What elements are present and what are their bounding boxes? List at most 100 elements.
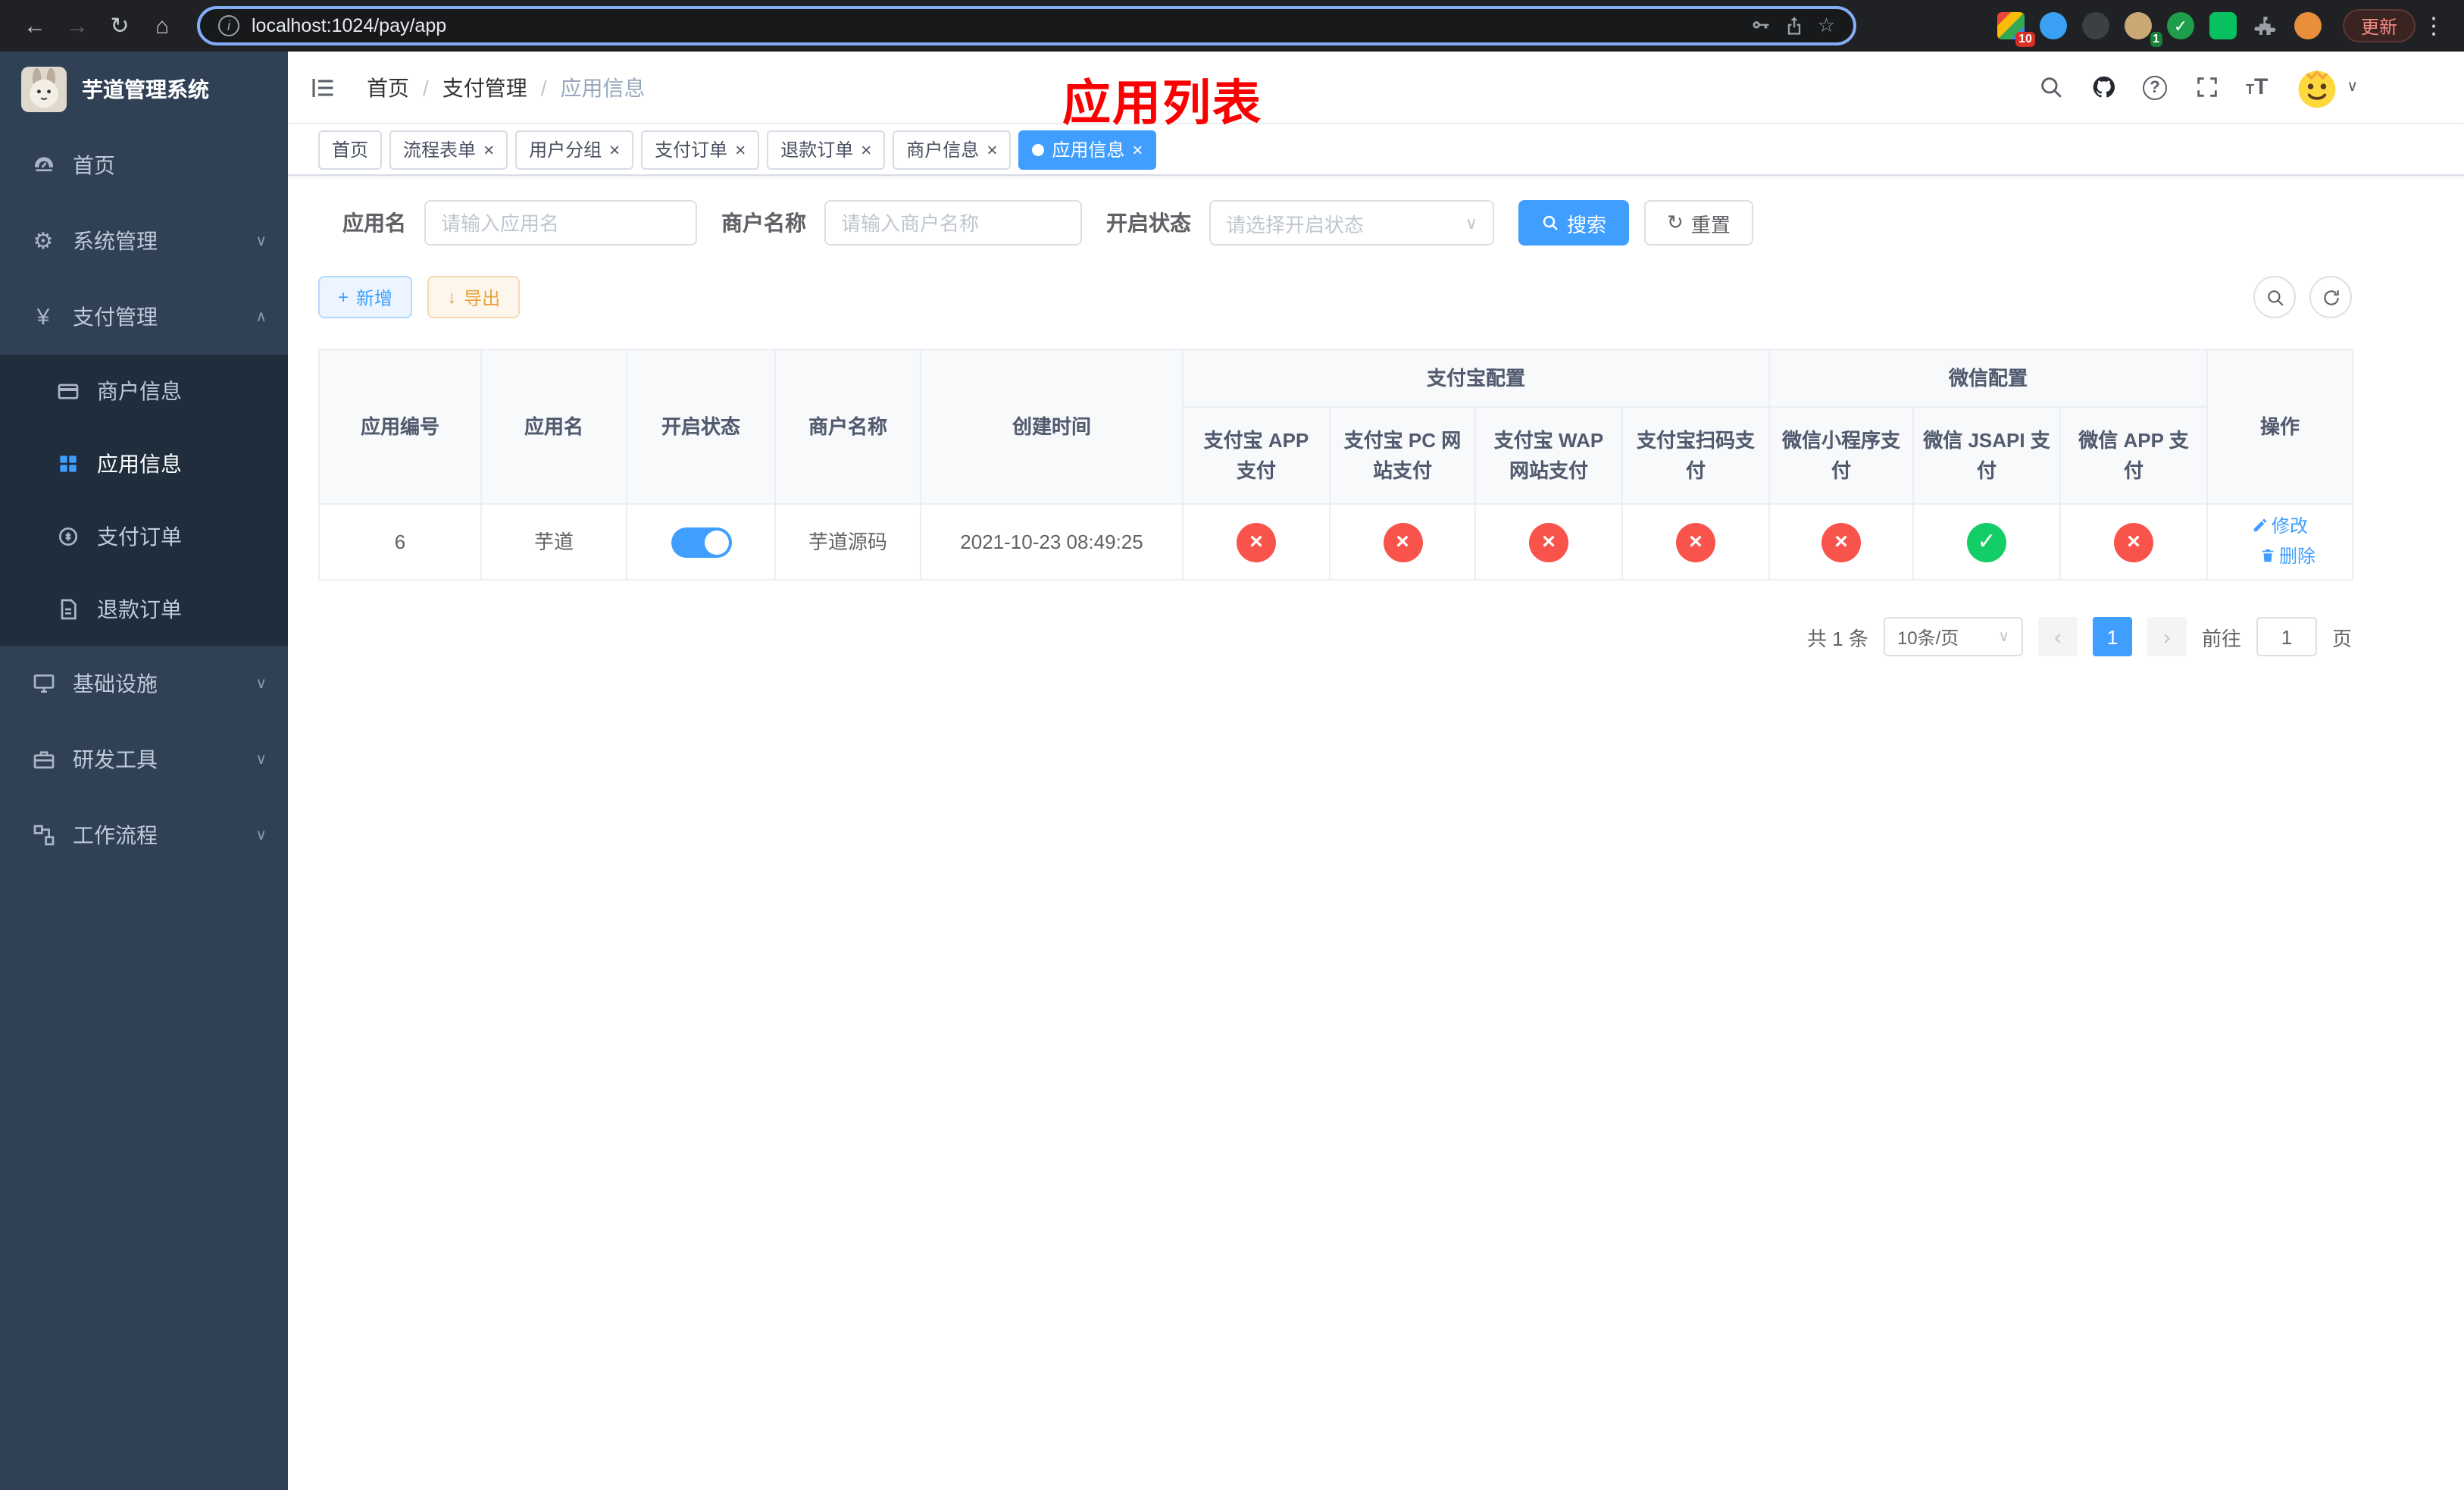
breadcrumb-home[interactable]: 首页 (367, 72, 409, 102)
form-item-status: 开启状态 请选择开启状态 ∨ (1106, 200, 1494, 246)
sidebar-item-refund-order[interactable]: 退款订单 (0, 573, 288, 646)
site-info-icon[interactable]: i (218, 15, 239, 36)
help-icon[interactable]: ? (2143, 75, 2167, 99)
col-header-status: 开启状态 (626, 349, 776, 505)
extension-dark-icon[interactable] (2081, 12, 2109, 39)
delete-link[interactable]: 删除 (2259, 542, 2315, 569)
page-size-select[interactable]: 10条/页 ∨ (1883, 617, 2023, 656)
sidebar-fold-icon[interactable] (309, 72, 339, 102)
form-item-app-name: 应用名 (342, 200, 697, 246)
edit-link[interactable]: 修改 (2252, 512, 2308, 539)
sidebar: 芋道管理系统 首页 ⚙ 系统管理 ∨ ¥ 支付管理 ∧ 商户信息 应用信息 支付… (0, 52, 288, 1490)
close-icon[interactable]: × (1132, 140, 1143, 158)
export-button-label: 导出 (464, 287, 501, 308)
goto-page-input[interactable] (2256, 617, 2317, 656)
sidebar-item-infra[interactable]: 基础设施 ∨ (0, 646, 288, 722)
coin-icon (55, 524, 80, 549)
toggle-search-button[interactable] (2253, 276, 2296, 318)
tab-process-form[interactable]: 流程表单 × (389, 130, 508, 169)
close-icon[interactable]: × (861, 140, 871, 158)
col-header-id: 应用编号 (318, 349, 482, 505)
prev-page-button[interactable]: ‹ (2037, 617, 2078, 656)
sidebar-item-pay-order[interactable]: 支付订单 (0, 500, 288, 573)
user-avatar-menu[interactable]: ∨ (2294, 64, 2358, 110)
breadcrumb-separator: / (423, 75, 429, 99)
status-select[interactable]: 请选择开启状态 ∨ (1209, 200, 1494, 246)
address-bar[interactable]: i localhost:1024/pay/app ☆ (197, 6, 1856, 45)
dashboard-icon (30, 152, 56, 178)
search-button-label: 搜索 (1567, 213, 1607, 236)
sidebar-item-label: 首页 (73, 153, 115, 177)
tab-user-group[interactable]: 用户分组 × (515, 130, 634, 169)
plus-icon: + (338, 286, 349, 308)
next-page-button[interactable]: › (2147, 617, 2187, 656)
tab-home[interactable]: 首页 (318, 130, 383, 169)
search-icon[interactable] (2037, 74, 2064, 101)
password-key-icon[interactable] (1751, 15, 1772, 36)
refresh-button[interactable] (2309, 276, 2352, 318)
sidebar-item-label: 系统管理 (73, 229, 158, 253)
extensions-puzzle-icon[interactable] (2252, 12, 2279, 39)
avatar (2294, 64, 2340, 110)
cell-wx-jsapi: ✓ (1912, 503, 2062, 581)
merchant-name-input[interactable] (824, 200, 1082, 246)
fullscreen-icon[interactable] (2193, 74, 2220, 101)
close-icon[interactable]: × (987, 140, 997, 158)
close-icon[interactable]: × (483, 140, 494, 158)
search-button[interactable]: 搜索 (1518, 200, 1630, 246)
sidebar-item-app-info[interactable]: 应用信息 (0, 427, 288, 500)
fail-icon: × (1383, 522, 1422, 562)
chrome-update-button[interactable]: 更新 (2342, 9, 2416, 42)
font-size-icon[interactable]: TT (2246, 74, 2268, 100)
col-header-merchant: 商户名称 (774, 349, 921, 505)
tab-refund-order[interactable]: 退款订单 × (767, 130, 886, 169)
breadcrumb-payment[interactable]: 支付管理 (442, 72, 527, 102)
sidebar-item-payment[interactable]: ¥ 支付管理 ∧ (0, 279, 288, 355)
extension-grid-icon[interactable]: 10 (1997, 12, 2035, 47)
sidebar-item-home[interactable]: 首页 (0, 127, 288, 203)
extension-wechat-icon[interactable] (2209, 12, 2237, 39)
share-icon[interactable] (1784, 15, 1806, 36)
sidebar-item-merchant-info[interactable]: 商户信息 (0, 355, 288, 427)
tab-label: 应用信息 (1052, 139, 1125, 161)
screen: ← → ↻ ⌂ i localhost:1024/pay/app ☆ 10 1 … (0, 0, 2464, 1490)
field-label: 商户名称 (721, 211, 806, 235)
status-toggle[interactable] (671, 527, 731, 558)
close-icon[interactable]: × (609, 140, 620, 158)
bookmark-star-icon[interactable]: ☆ (1818, 14, 1835, 38)
tab-merchant-info[interactable]: 商户信息 × (893, 130, 1012, 169)
sidebar-item-label: 研发工具 (73, 747, 158, 772)
cell-created: 2021-10-23 08:49:25 (920, 503, 1184, 581)
export-button[interactable]: ↓ 导出 (427, 276, 521, 318)
pagination-total: 共 1 条 (1807, 627, 1868, 650)
tab-app-info[interactable]: 应用信息 × (1018, 130, 1157, 169)
reset-button[interactable]: ↻ 重置 (1644, 200, 1753, 246)
col-group-wechat: 微信配置 (1768, 349, 2209, 408)
github-icon[interactable] (2090, 74, 2117, 101)
extension-check-icon[interactable]: ✓ (2166, 12, 2194, 39)
extension-badge-green: 1 (2150, 32, 2162, 47)
reset-button-label: 重置 (1690, 213, 1731, 236)
sidebar-item-system[interactable]: ⚙ 系统管理 ∨ (0, 203, 288, 279)
annotation-title: 应用列表 (1062, 76, 1263, 130)
breadcrumb-current: 应用信息 (560, 75, 646, 99)
page-content: 应用名 商户名称 开启状态 请选择开启状态 ∨ (288, 176, 2464, 681)
browser-profile-avatar[interactable] (2294, 12, 2322, 39)
app-name-input[interactable] (424, 200, 697, 246)
add-button[interactable]: + 新增 (318, 276, 413, 318)
table-toolbar: + 新增 ↓ 导出 (318, 276, 2352, 318)
tab-label: 退款订单 (780, 139, 854, 161)
logo[interactable]: 芋道管理系统 (0, 52, 288, 127)
extension-avatar-icon[interactable]: 1 (2124, 12, 2162, 47)
sidebar-item-workflow[interactable]: 工作流程 ∨ (0, 797, 288, 873)
browser-forward-button[interactable]: → (58, 6, 97, 45)
sidebar-item-dev-tools[interactable]: 研发工具 ∨ (0, 722, 288, 797)
browser-home-button[interactable]: ⌂ (142, 6, 182, 45)
page-number-button[interactable]: 1 (2092, 617, 2132, 656)
browser-back-button[interactable]: ← (15, 6, 55, 45)
browser-reload-button[interactable]: ↻ (100, 6, 139, 45)
close-icon[interactable]: × (735, 140, 746, 158)
extension-blue-icon[interactable] (2039, 12, 2067, 39)
browser-menu-icon[interactable]: ⋮ (2419, 12, 2449, 39)
tab-pay-order[interactable]: 支付订单 × (641, 130, 760, 169)
